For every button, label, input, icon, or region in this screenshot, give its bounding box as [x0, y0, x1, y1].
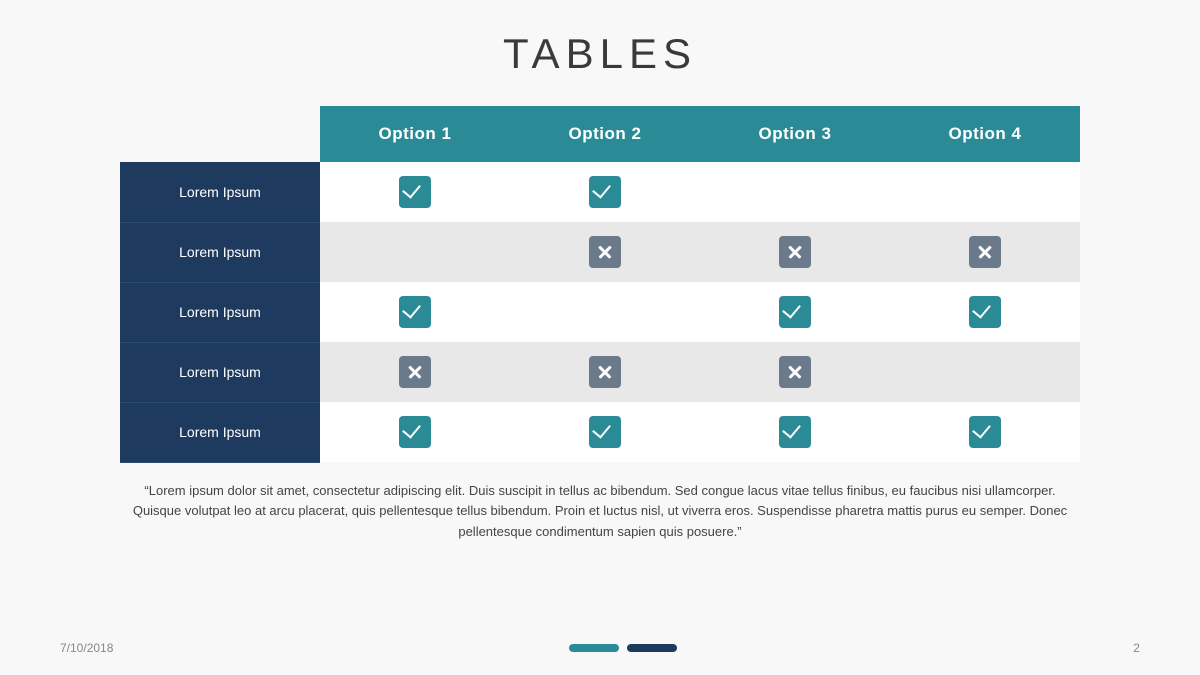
table-cell: [890, 342, 1080, 402]
table-cell: [510, 402, 700, 462]
quote-text: “Lorem ipsum dolor sit amet, consectetur…: [120, 481, 1080, 543]
row-header: Lorem Ipsum: [120, 342, 320, 402]
row-header: Lorem Ipsum: [120, 402, 320, 462]
check-icon: [399, 416, 431, 448]
table-cell: [700, 222, 890, 282]
table-row: Lorem Ipsum: [120, 162, 1080, 222]
comparison-table: Option 1 Option 2 Option 3 Option 4 Lore…: [120, 106, 1080, 463]
footer-dot-2: [627, 644, 677, 652]
table-col-option3: Option 3: [700, 106, 890, 162]
cross-icon: [779, 236, 811, 268]
table-wrapper: Option 1 Option 2 Option 3 Option 4 Lore…: [120, 106, 1080, 463]
table-row: Lorem Ipsum: [120, 342, 1080, 402]
table-header-row: Option 1 Option 2 Option 3 Option 4: [120, 106, 1080, 162]
check-icon: [399, 176, 431, 208]
check-icon: [969, 416, 1001, 448]
table-cell: [320, 222, 510, 282]
table-cell: [320, 282, 510, 342]
table-col-option4: Option 4: [890, 106, 1080, 162]
cross-icon: [399, 356, 431, 388]
table-cell: [700, 282, 890, 342]
cross-icon: [779, 356, 811, 388]
table-cell: [510, 282, 700, 342]
row-header: Lorem Ipsum: [120, 222, 320, 282]
table-row: Lorem Ipsum: [120, 402, 1080, 462]
table-row: Lorem Ipsum: [120, 282, 1080, 342]
footer: 7/10/2018 2: [0, 641, 1200, 655]
footer-date: 7/10/2018: [60, 641, 113, 655]
table-cell: [320, 402, 510, 462]
table-cell: [700, 162, 890, 222]
row-header: Lorem Ipsum: [120, 162, 320, 222]
table-cell: [890, 282, 1080, 342]
table-cell: [700, 342, 890, 402]
check-icon: [779, 416, 811, 448]
cross-icon: [589, 236, 621, 268]
table-cell: [320, 342, 510, 402]
table-col-option1: Option 1: [320, 106, 510, 162]
footer-dot-1: [569, 644, 619, 652]
cross-icon: [969, 236, 1001, 268]
check-icon: [399, 296, 431, 328]
check-icon: [779, 296, 811, 328]
quote-section: “Lorem ipsum dolor sit amet, consectetur…: [120, 481, 1080, 543]
check-icon: [969, 296, 1001, 328]
table-cell: [700, 402, 890, 462]
cross-icon: [589, 356, 621, 388]
footer-page: 2: [1133, 641, 1140, 655]
table-cell: [890, 402, 1080, 462]
check-icon: [589, 416, 621, 448]
check-icon: [589, 176, 621, 208]
footer-pagination: [569, 644, 677, 652]
table-cell: [890, 162, 1080, 222]
table-cell: [320, 162, 510, 222]
table-row: Lorem Ipsum: [120, 222, 1080, 282]
slide-title: TABLES: [503, 30, 697, 78]
table-cell: [510, 222, 700, 282]
table-cell: [510, 342, 700, 402]
table-col-empty: [120, 106, 320, 162]
table-col-option2: Option 2: [510, 106, 700, 162]
slide: TABLES Option 1 Option 2 Option 3 Option…: [0, 0, 1200, 675]
table-cell: [890, 222, 1080, 282]
table-cell: [510, 162, 700, 222]
row-header: Lorem Ipsum: [120, 282, 320, 342]
